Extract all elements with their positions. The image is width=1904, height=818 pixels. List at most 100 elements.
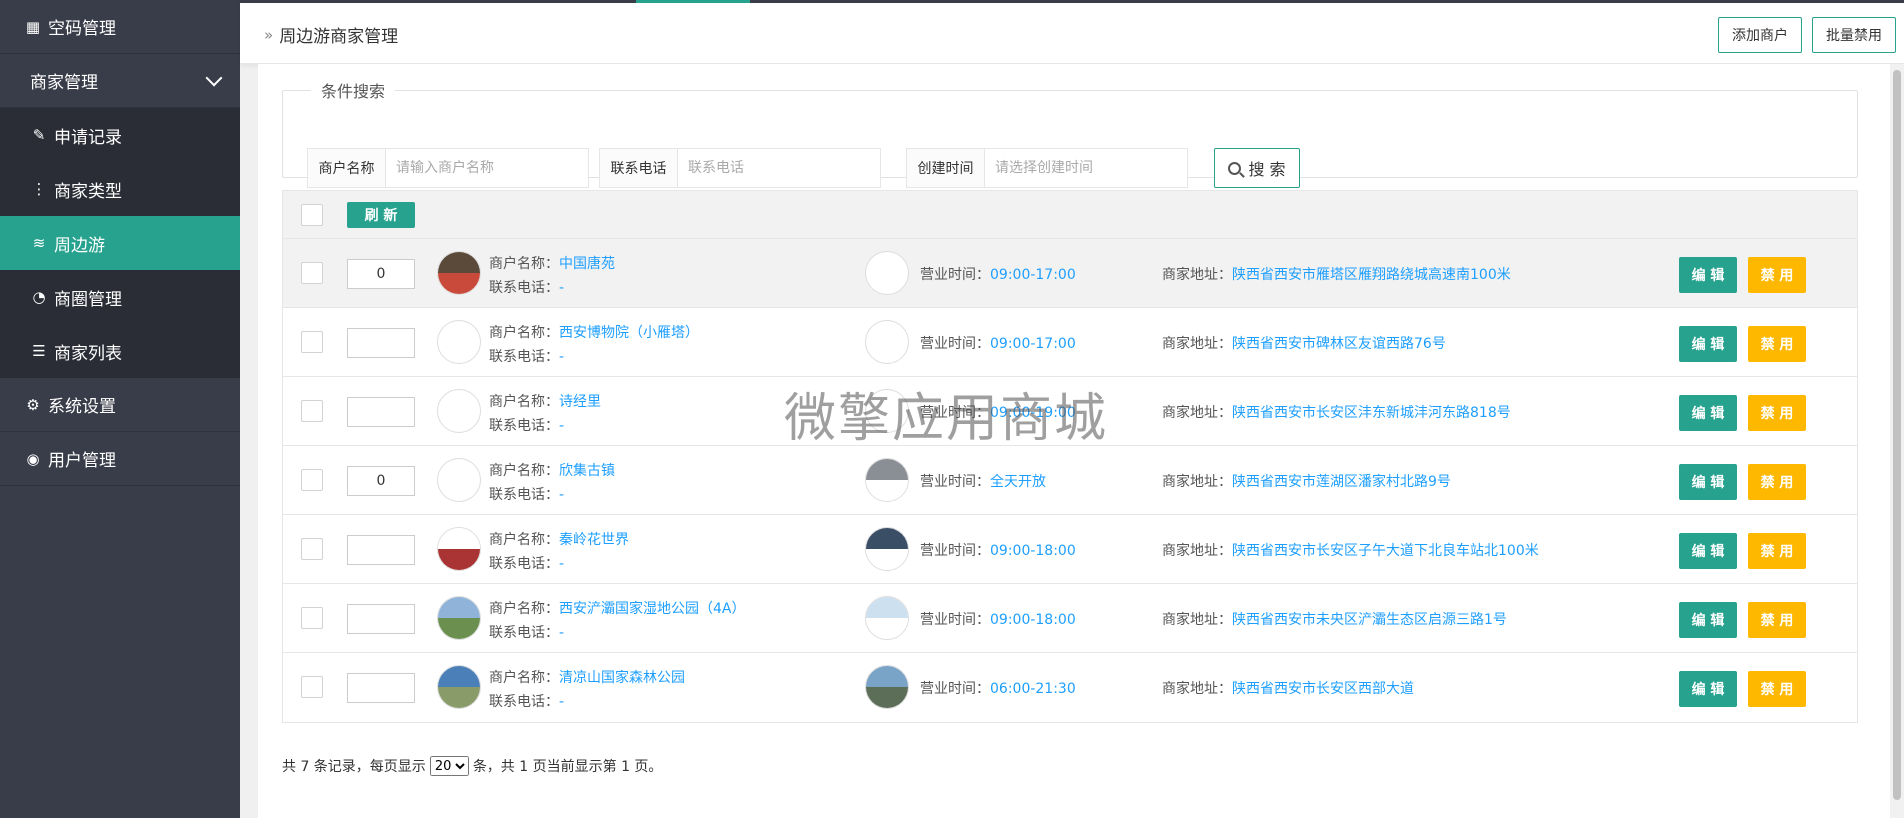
- sidebar-item-label: 商家类型: [54, 181, 122, 202]
- scrollbar[interactable]: [1890, 64, 1904, 818]
- pencil-icon: ✎: [32, 126, 46, 144]
- disable-button[interactable]: 禁 用: [1748, 464, 1806, 500]
- sidebar-item-merchant[interactable]: 商家管理: [0, 54, 240, 108]
- merchant-address-value: 陕西省西安市莲湖区潘家村北路9号: [1232, 474, 1451, 490]
- edit-button[interactable]: 编 辑: [1679, 326, 1737, 362]
- sidebar-item-user-management[interactable]: ◉ 用户管理: [0, 432, 240, 486]
- disable-button[interactable]: 禁 用: [1748, 257, 1806, 293]
- select-all-checkbox[interactable]: [301, 204, 323, 226]
- sidebar-item-merchant-list[interactable]: ☰ 商家列表: [0, 324, 240, 378]
- row-checkbox[interactable]: [301, 400, 323, 422]
- sidebar-item-system-settings[interactable]: ⚙ 系统设置: [0, 378, 240, 432]
- merchant-address: 商家地址：陕西省西安市长安区西部大道: [1162, 678, 1414, 698]
- merchant-address-value: 陕西省西安市雁塔区雁翔路绕城高速南100米: [1232, 267, 1511, 283]
- business-hours: 营业时间：09:00-17:00: [920, 333, 1076, 353]
- sort-input[interactable]: [347, 259, 415, 289]
- sidebar-item-merchant-types[interactable]: ⋮ 商家类型: [0, 162, 240, 216]
- merchant-name-value[interactable]: 中国唐苑: [559, 256, 615, 272]
- merchant-name-value[interactable]: 西安浐灞国家湿地公园（4A）: [559, 601, 745, 617]
- search-button-label: 搜 索: [1248, 160, 1286, 179]
- merchant-address: 商家地址：陕西省西安市莲湖区潘家村北路9号: [1162, 471, 1451, 491]
- merchant-address-value: 陕西省西安市碑林区友谊西路76号: [1232, 336, 1446, 352]
- merchant-phone-prefix: 联系电话：: [489, 487, 559, 503]
- disable-button[interactable]: 禁 用: [1748, 326, 1806, 362]
- merchant-name-value[interactable]: 西安博物院（小雁塔）: [559, 325, 699, 341]
- merchant-phone-value: -: [559, 280, 565, 296]
- phone-input[interactable]: [678, 149, 880, 187]
- merchant-name-prefix: 商户名称：: [489, 394, 559, 410]
- disable-button[interactable]: 禁 用: [1748, 395, 1806, 431]
- batch-disable-button[interactable]: 批量禁用: [1812, 17, 1896, 53]
- row-checkbox[interactable]: [301, 538, 323, 560]
- merchant-address-value: 陕西省西安市长安区沣东新城沣河东路818号: [1232, 405, 1511, 421]
- merchant-name-input[interactable]: [386, 149, 588, 187]
- sort-input[interactable]: [347, 604, 415, 634]
- phone-label: 联系电话: [600, 149, 678, 187]
- scrollbar-thumb[interactable]: [1893, 70, 1901, 800]
- merchant-name-field: 商户名称: [307, 148, 589, 188]
- business-hours-prefix: 营业时间：: [920, 681, 990, 697]
- row-checkbox[interactable]: [301, 676, 323, 698]
- breadcrumb: » 周边游商家管理: [264, 22, 398, 48]
- merchant-name: 商户名称：西安博物院（小雁塔）: [489, 322, 699, 342]
- merchant-address: 商家地址：陕西省西安市未央区浐灞生态区启源三路1号: [1162, 609, 1507, 629]
- merchant-phone-value: -: [559, 694, 565, 710]
- sidebar-item-business-district[interactable]: ◔ 商圈管理: [0, 270, 240, 324]
- merchant-address: 商家地址：陕西省西安市长安区子午大道下北良车站北100米: [1162, 540, 1539, 560]
- sort-input[interactable]: [347, 673, 415, 703]
- row-checkbox[interactable]: [301, 262, 323, 284]
- top-stripe-accent: [636, 0, 750, 3]
- sidebar-item-nearby-tour[interactable]: ≋ 周边游: [0, 216, 240, 270]
- refresh-button[interactable]: 刷 新: [347, 202, 415, 228]
- edit-button[interactable]: 编 辑: [1679, 602, 1737, 638]
- merchant-cover-image: [865, 320, 909, 364]
- merchant-name-value[interactable]: 诗经里: [559, 394, 601, 410]
- page-size-select[interactable]: 20: [429, 756, 469, 776]
- merchant-cover-image: [865, 389, 909, 433]
- merchant-phone-prefix: 联系电话：: [489, 349, 559, 365]
- merchant-address-value: 陕西省西安市长安区西部大道: [1232, 681, 1414, 697]
- merchant-address-prefix: 商家地址：: [1162, 543, 1232, 559]
- search-panel: 条件搜索 商户名称 联系电话 创建时间 搜 索: [282, 78, 1858, 188]
- sidebar-item-label: 用户管理: [48, 451, 116, 471]
- sidebar-item-apply-records[interactable]: ✎ 申请记录: [0, 108, 240, 162]
- business-hours-prefix: 营业时间：: [920, 336, 990, 352]
- disable-button[interactable]: 禁 用: [1748, 671, 1806, 707]
- merchant-address-prefix: 商家地址：: [1162, 267, 1232, 283]
- disable-button[interactable]: 禁 用: [1748, 602, 1806, 638]
- table-header: 刷 新: [283, 191, 1857, 239]
- merchant-logo: [437, 251, 481, 295]
- table-row: 商户名称：诗经里 联系电话：- 营业时间：09:00-19:00 商家地址：陕西省西安…: [283, 377, 1857, 446]
- merchant-phone: 联系电话：-: [489, 484, 564, 504]
- merchant-name-value[interactable]: 欣集古镇: [559, 463, 615, 479]
- created-date-input[interactable]: [985, 149, 1187, 187]
- edit-button[interactable]: 编 辑: [1679, 464, 1737, 500]
- edit-button[interactable]: 编 辑: [1679, 671, 1737, 707]
- merchant-name: 商户名称：中国唐苑: [489, 253, 615, 273]
- merchant-address: 商家地址：陕西省西安市长安区沣东新城沣河东路818号: [1162, 402, 1511, 422]
- sort-input[interactable]: [347, 535, 415, 565]
- row-checkbox[interactable]: [301, 469, 323, 491]
- merchant-name-value[interactable]: 秦岭花世界: [559, 532, 629, 548]
- business-hours: 营业时间：09:00-18:00: [920, 609, 1076, 629]
- business-hours: 营业时间：全天开放: [920, 471, 1046, 491]
- row-checkbox[interactable]: [301, 607, 323, 629]
- merchant-name-value[interactable]: 清凉山国家森林公园: [559, 670, 685, 686]
- add-merchant-button[interactable]: 添加商户: [1718, 17, 1802, 53]
- sidebar-item-empty-code[interactable]: ▦ 空码管理: [0, 0, 240, 54]
- edit-button[interactable]: 编 辑: [1679, 257, 1737, 293]
- list-icon: ☰: [32, 342, 46, 360]
- row-checkbox[interactable]: [301, 331, 323, 353]
- sort-input[interactable]: [347, 466, 415, 496]
- merchant-logo: [437, 389, 481, 433]
- disable-button[interactable]: 禁 用: [1748, 533, 1806, 569]
- phone-field: 联系电话: [599, 148, 881, 188]
- search-button[interactable]: 搜 索: [1214, 148, 1300, 188]
- merchant-name-prefix: 商户名称：: [489, 463, 559, 479]
- edit-button[interactable]: 编 辑: [1679, 395, 1737, 431]
- merchant-name: 商户名称：欣集古镇: [489, 460, 615, 480]
- business-hours: 营业时间：09:00-18:00: [920, 540, 1076, 560]
- sort-input[interactable]: [347, 397, 415, 427]
- sort-input[interactable]: [347, 328, 415, 358]
- edit-button[interactable]: 编 辑: [1679, 533, 1737, 569]
